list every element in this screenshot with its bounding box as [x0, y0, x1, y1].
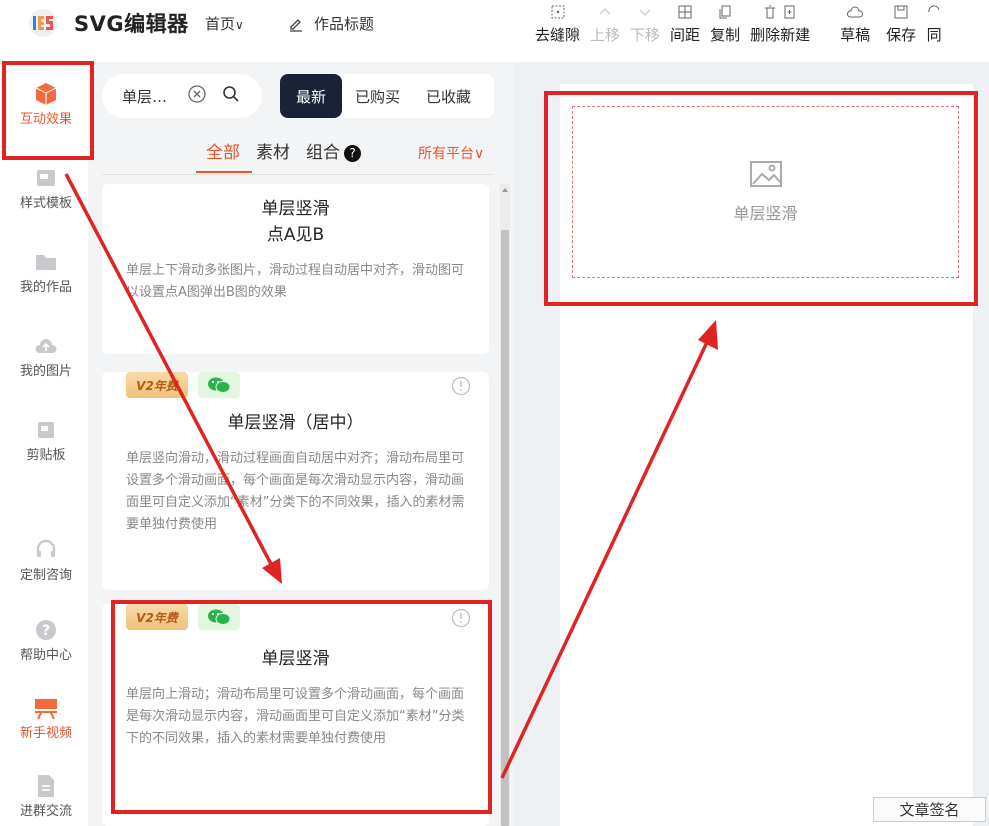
- sort-tabs: 最新 已购买 已收藏: [280, 74, 494, 118]
- sidebar-label-style-templates: 样式模板: [19, 196, 72, 211]
- sidebar-item-clipboard[interactable]: 剪贴板: [0, 416, 92, 463]
- sidebar-label-my-images: 我的图片: [19, 364, 72, 379]
- sidebar-label-help-center: 帮助中心: [19, 648, 72, 663]
- draft-label: 草稿: [840, 26, 871, 44]
- search-input[interactable]: [122, 87, 176, 105]
- scroll-up-arrow[interactable]: [502, 188, 508, 192]
- wechat-icon: [198, 372, 240, 398]
- sync-icon: [926, 0, 942, 24]
- work-title-field[interactable]: 作品标题: [288, 13, 374, 34]
- app-name: SVG编辑器: [74, 12, 189, 36]
- card-description: 单层竖向滑动，滑动过程画面自动居中对齐；滑动布局里可设置多个滑动画面，每个画面是…: [126, 451, 465, 532]
- tab-latest[interactable]: 最新: [280, 74, 342, 118]
- move-up-button[interactable]: 上移: [585, 0, 625, 62]
- v2-annual-badge: V2年费: [126, 372, 188, 398]
- annotation-box-card: [111, 600, 492, 814]
- sidebar-item-tutorial-videos[interactable]: 新手视频: [0, 694, 92, 741]
- chevron-down-icon: ∨: [474, 146, 485, 162]
- tab-combo-label: 组合: [306, 143, 340, 163]
- card-title: 单层竖滑: [261, 199, 330, 219]
- tab-divider: [102, 174, 494, 175]
- sidebar-item-my-images[interactable]: 我的图片: [0, 332, 92, 379]
- move-down-label: 下移: [630, 26, 661, 44]
- annotation-box-canvas: [544, 91, 978, 306]
- sidebar-item-my-works[interactable]: 我的作品: [0, 248, 92, 295]
- toolbar: 去缝隙 上移 下移 间距 复制 删除新建 草稿 保存 同: [530, 0, 942, 62]
- chevron-down-icon: ∨: [235, 18, 244, 32]
- folder-icon: [34, 248, 58, 276]
- sidebar-item-join-group[interactable]: 进群交流: [0, 772, 92, 819]
- spacing-icon: [677, 0, 693, 24]
- annotation-box-sidebar: [2, 61, 94, 160]
- grid-dots-icon: [550, 0, 566, 24]
- platform-filter-label: 所有平台: [418, 146, 474, 162]
- home-menu-label: 首页: [205, 15, 236, 33]
- top-bar: SVG编辑器 首页∨ 作品标题 去缝隙 上移 下移 间距 复制 删除新建 草稿 …: [0, 0, 989, 62]
- remove-gap-button[interactable]: 去缝隙: [530, 0, 585, 62]
- help-icon: ?: [34, 616, 58, 644]
- save-label: 保存: [886, 26, 917, 44]
- template-icon: [34, 164, 58, 192]
- article-signature-button[interactable]: 文章签名: [873, 797, 986, 822]
- tab-purchased[interactable]: 已购买: [342, 74, 413, 118]
- category-tabs: 全部 素材 组合?: [196, 138, 377, 173]
- card-description: 单层上下滑动多张图片，滑动过程自动居中对齐，滑动图可以设置点A图弹出B图的效果: [126, 263, 465, 300]
- copy-button[interactable]: 复制: [705, 0, 745, 62]
- sidebar-label-my-works: 我的作品: [19, 280, 72, 295]
- cloud-upload-icon: [33, 332, 59, 360]
- delete-new-icon: [762, 0, 798, 24]
- save-button[interactable]: 保存: [881, 0, 921, 62]
- clear-search-icon[interactable]: [188, 85, 206, 107]
- video-icon: [33, 694, 59, 722]
- sidebar-label-clipboard: 剪贴板: [26, 448, 66, 463]
- combo-help-icon[interactable]: ?: [344, 144, 361, 162]
- cloud-icon: [846, 0, 864, 24]
- copy-icon: [717, 0, 733, 24]
- tab-combo[interactable]: 组合?: [306, 138, 361, 173]
- copy-label: 复制: [710, 26, 741, 44]
- save-icon: [893, 0, 909, 24]
- left-sidebar: 互动效果 样式模板 我的作品 我的图片 剪贴板 定制咨询 ? 帮助中心 新手视频…: [0, 62, 88, 826]
- sync-button[interactable]: 同: [921, 0, 942, 62]
- platform-filter[interactable]: 所有平台∨: [418, 143, 484, 163]
- sync-label: 同: [926, 26, 942, 44]
- document-icon: [34, 772, 58, 800]
- tab-favorites[interactable]: 已收藏: [413, 74, 484, 118]
- effect-card[interactable]: 单层竖滑 点A见B 单层上下滑动多张图片，滑动过程自动居中对齐，滑动图可以设置点…: [102, 184, 489, 354]
- scrollbar-thumb[interactable]: [501, 230, 509, 826]
- clipboard-icon: [34, 416, 58, 444]
- tab-all[interactable]: 全部: [196, 138, 252, 173]
- headset-icon: [34, 536, 58, 564]
- list-scrollbar[interactable]: [500, 184, 510, 826]
- sidebar-item-help-center[interactable]: ? 帮助中心: [0, 616, 92, 663]
- info-icon[interactable]: [451, 376, 471, 400]
- search-icon[interactable]: [222, 85, 240, 107]
- delete-new-label: 删除新建: [750, 26, 811, 44]
- sidebar-item-custom-consulting[interactable]: 定制咨询: [0, 536, 92, 583]
- effect-card[interactable]: V2年费 单层竖滑（居中） 单层竖向滑动，滑动过程画面自动居中对齐；滑动布局里可…: [102, 372, 489, 590]
- sidebar-label-join-group: 进群交流: [19, 804, 72, 819]
- card-subtitle: 点A见B: [266, 225, 325, 245]
- svg-text:?: ?: [42, 623, 50, 639]
- tab-material[interactable]: 素材: [256, 138, 290, 173]
- spacing-button[interactable]: 间距: [665, 0, 705, 62]
- work-title-label: 作品标题: [314, 15, 375, 33]
- draft-button[interactable]: 草稿: [835, 0, 875, 62]
- move-down-button[interactable]: 下移: [625, 0, 665, 62]
- delete-new-button[interactable]: 删除新建: [745, 0, 815, 62]
- edit-icon: [290, 18, 302, 32]
- app-logo[interactable]: SVG编辑器: [26, 8, 189, 38]
- sidebar-item-style-templates[interactable]: 样式模板: [0, 164, 92, 211]
- remove-gap-label: 去缝隙: [535, 26, 581, 44]
- search-box: [102, 74, 262, 118]
- card-badges: V2年费: [126, 372, 240, 398]
- arrow-up-icon: [597, 0, 613, 24]
- sidebar-label-tutorial-videos: 新手视频: [19, 726, 72, 741]
- logo-icon: [26, 8, 60, 38]
- sidebar-label-custom-consulting: 定制咨询: [19, 568, 72, 583]
- arrow-down-icon: [637, 0, 653, 24]
- spacing-label: 间距: [670, 26, 701, 44]
- move-up-label: 上移: [590, 26, 621, 44]
- home-menu[interactable]: 首页∨: [205, 13, 244, 34]
